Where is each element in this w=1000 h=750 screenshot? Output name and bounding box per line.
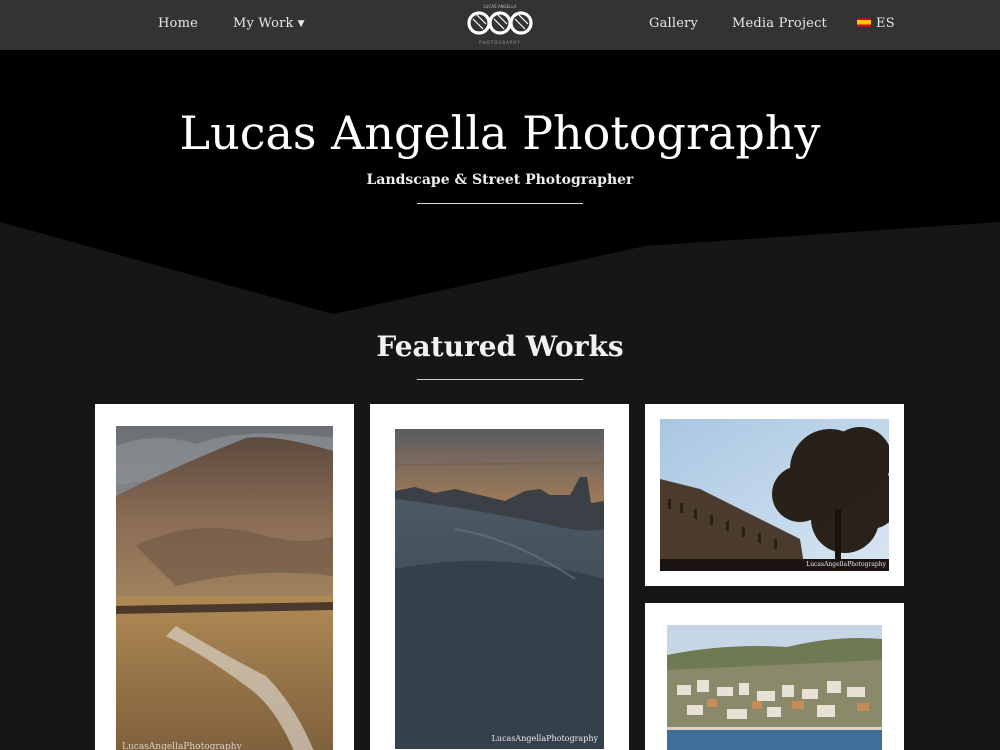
logo-bottom-text: PHOTOGRAPHY: [479, 40, 520, 45]
featured-divider: [417, 379, 583, 380]
chevron-down-icon: ▼: [297, 19, 305, 29]
coastal-town-image-icon: [667, 625, 882, 750]
building-tree-image-icon: [660, 419, 889, 571]
hero-section: Lucas Angella Photography Landscape & St…: [0, 50, 1000, 320]
photo-watermark: LucasAngellaPhotography: [806, 561, 886, 568]
featured-work-card[interactable]: LucasAngellaPhotography: [95, 404, 354, 750]
featured-work-card[interactable]: LucasAngellaPhotography: [645, 404, 904, 586]
spain-flag-icon: [857, 18, 871, 27]
language-label: ES: [876, 16, 895, 31]
hero-divider: [417, 203, 583, 204]
nav-my-work-label: My Work: [233, 16, 294, 31]
photo-snow-dunes: LucasAngellaPhotography: [395, 429, 604, 749]
camera-lens-rings-logo-icon: LUCAS ANGELLA PHOTOGRAPHY: [467, 4, 533, 45]
nav-gallery-link[interactable]: Gallery: [649, 0, 698, 50]
top-nav: Home My Work ▼ LUCAS ANGELLA PHOTOGRAPHY …: [0, 0, 1000, 50]
nav-home-link[interactable]: Home: [158, 0, 198, 50]
snow-sunset-image-icon: [395, 429, 604, 749]
hero-title: Lucas Angella Photography: [179, 106, 821, 160]
site-logo[interactable]: LUCAS ANGELLA PHOTOGRAPHY: [463, 2, 537, 46]
photo-mountain-river: LucasAngellaPhotography: [116, 426, 333, 750]
language-switch[interactable]: ES: [857, 0, 895, 50]
featured-work-card[interactable]: LucasAngellaPhotography: [370, 404, 629, 750]
photo-crescent-building: LucasAngellaPhotography: [660, 419, 889, 571]
photo-coastal-town: [667, 625, 882, 750]
featured-works-heading: Featured Works: [376, 330, 624, 363]
hero-subtitle: Landscape & Street Photographer: [366, 172, 634, 188]
logo-top-text: LUCAS ANGELLA: [484, 4, 517, 9]
featured-work-card[interactable]: [645, 603, 904, 750]
nav-media-project-link[interactable]: Media Project: [732, 0, 827, 50]
photo-watermark: LucasAngellaPhotography: [491, 734, 598, 743]
photo-watermark: LucasAngellaPhotography: [122, 742, 242, 750]
mountain-landscape-image-icon: [116, 426, 333, 750]
nav-my-work-dropdown[interactable]: My Work ▼: [233, 0, 305, 50]
